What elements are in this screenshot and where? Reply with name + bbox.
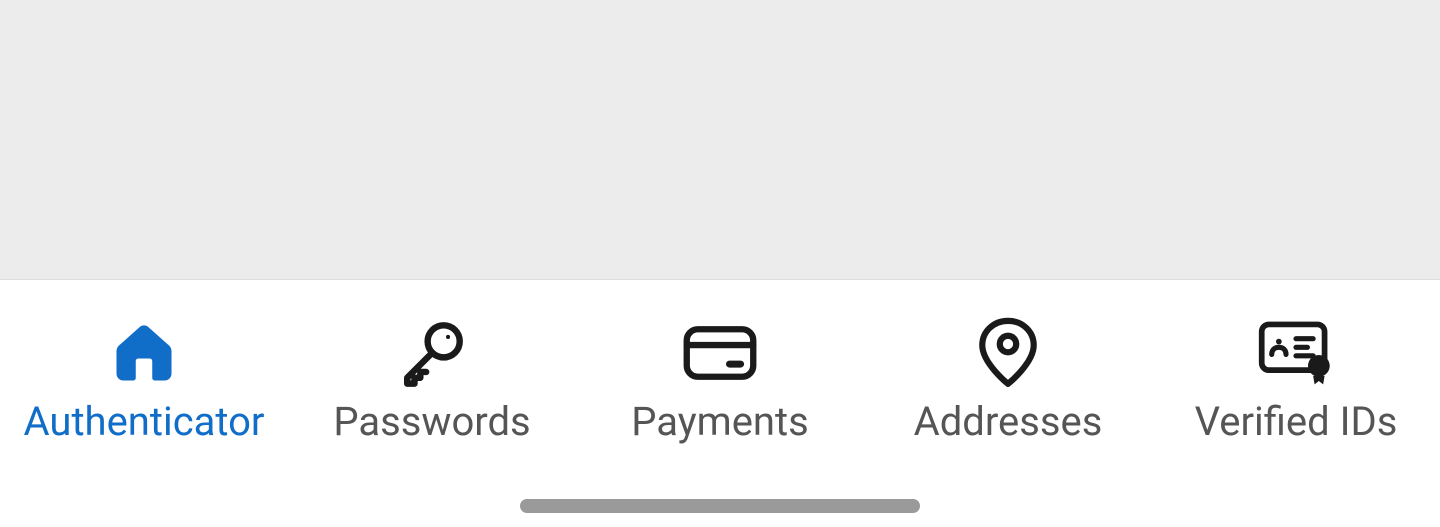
nav-item-authenticator[interactable]: Authenticator — [0, 300, 288, 460]
card-icon — [682, 316, 758, 390]
content-area — [0, 0, 1440, 280]
nav-item-passwords[interactable]: Passwords — [288, 300, 576, 460]
id-badge-icon — [1256, 316, 1336, 390]
nav-item-payments[interactable]: Payments — [576, 300, 864, 460]
key-icon — [397, 316, 467, 390]
nav-item-label: Passwords — [333, 398, 530, 445]
nav-item-label: Verified IDs — [1195, 398, 1398, 445]
bottom-navigation: Authenticator Passwords Payments — [0, 280, 1440, 460]
nav-item-addresses[interactable]: Addresses — [864, 300, 1152, 460]
gesture-handle-bar[interactable] — [520, 499, 920, 513]
nav-item-verified-ids[interactable]: Verified IDs — [1152, 300, 1440, 460]
home-icon — [111, 316, 177, 390]
nav-item-label: Authenticator — [24, 398, 265, 445]
location-icon — [977, 316, 1039, 390]
nav-item-label: Addresses — [914, 398, 1103, 445]
nav-item-label: Payments — [631, 398, 809, 445]
